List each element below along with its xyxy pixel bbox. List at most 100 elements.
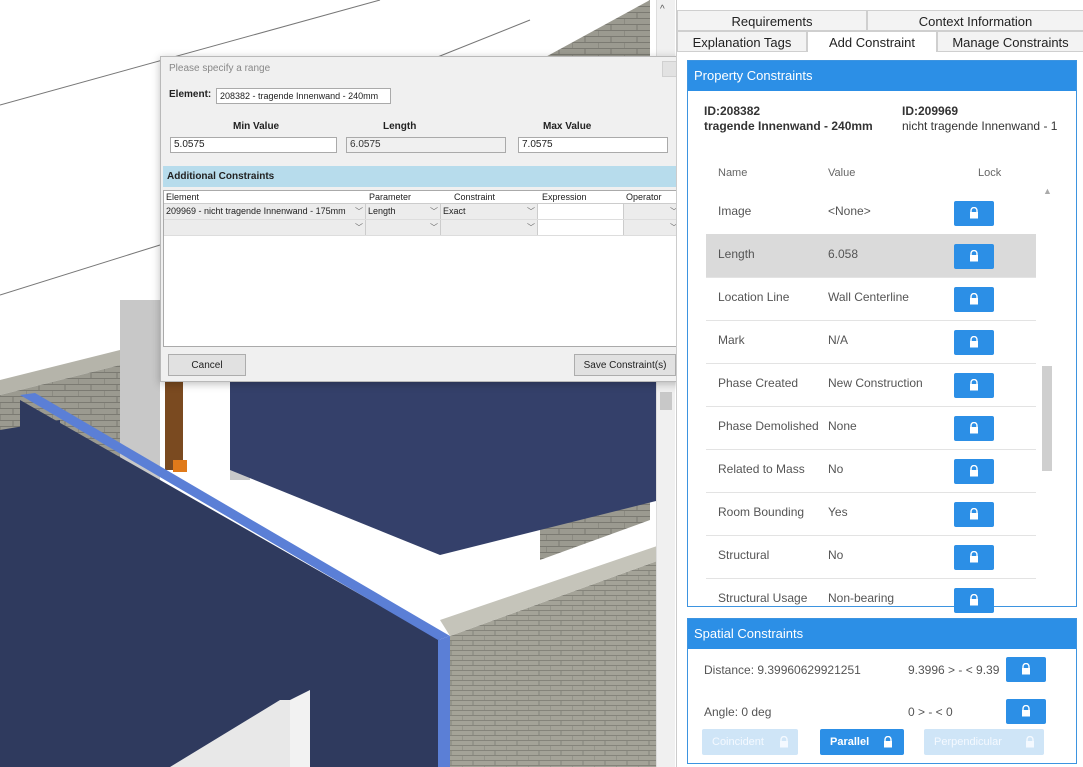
tab-row-bottom: Explanation Tags Add Constraint Manage C… bbox=[677, 31, 1083, 52]
property-row[interactable]: Mark N/A bbox=[706, 320, 1036, 364]
min-value-input[interactable]: 5.0575 bbox=[170, 137, 337, 153]
chevron-down-icon[interactable]: ﹀ bbox=[355, 204, 363, 219]
spatial-constraints-section: Spatial Constraints Distance: 9.39960629… bbox=[687, 618, 1077, 764]
lock-button[interactable] bbox=[954, 588, 994, 613]
perpendicular-label: Perpendicular bbox=[934, 736, 1002, 748]
property-row[interactable]: Location Line Wall Centerline bbox=[706, 277, 1036, 321]
property-name: Structural bbox=[718, 548, 770, 562]
scroll-thumb[interactable] bbox=[660, 392, 672, 410]
tab-manage-constraints[interactable]: Manage Constraints bbox=[937, 31, 1083, 52]
row-operator-select[interactable]: ﹀ bbox=[624, 220, 681, 235]
property-name: Room Bounding bbox=[718, 505, 805, 519]
lock-button[interactable] bbox=[954, 459, 994, 484]
coincident-label: Coincident bbox=[712, 736, 764, 748]
row-constraint-select[interactable]: Exact ﹀ bbox=[441, 204, 538, 219]
chevron-down-icon[interactable]: ﹀ bbox=[527, 204, 535, 219]
lock-button[interactable] bbox=[954, 545, 994, 570]
parameter-label: Length bbox=[383, 121, 417, 132]
grid-col-expression: Expression bbox=[542, 192, 587, 202]
dialog-title: Please specify a range bbox=[169, 63, 271, 74]
property-name: Phase Demolished bbox=[718, 419, 819, 433]
col-name: Name bbox=[718, 167, 748, 179]
lock-button[interactable] bbox=[954, 416, 994, 441]
lock-button[interactable] bbox=[954, 244, 994, 269]
parameter-value-field: 6.0575 bbox=[346, 137, 506, 153]
property-constraints-section: Property Constraints ID:208382 tragende … bbox=[687, 60, 1077, 659]
lock-icon bbox=[970, 250, 978, 262]
save-constraints-button[interactable]: Save Constraint(s) bbox=[574, 354, 676, 376]
property-value: N/A bbox=[828, 333, 849, 347]
element-field[interactable]: 208382 - tragende Innenwand - 240mm bbox=[216, 88, 391, 104]
property-row[interactable]: Room Bounding Yes bbox=[706, 492, 1036, 536]
property-row[interactable]: Phase Created New Construction bbox=[706, 363, 1036, 407]
chevron-down-icon[interactable]: ﹀ bbox=[430, 220, 438, 235]
property-name: Phase Created bbox=[718, 376, 799, 390]
tab-requirements[interactable]: Requirements bbox=[677, 10, 867, 31]
property-row[interactable]: Length 6.058 bbox=[706, 234, 1036, 278]
chevron-down-icon[interactable]: ﹀ bbox=[527, 220, 535, 235]
perpendicular-button[interactable]: Perpendicular bbox=[924, 729, 1044, 755]
scroll-up-icon[interactable]: ^ bbox=[660, 4, 665, 15]
additional-constraints-grid: Element Parameter Constraint Expression … bbox=[163, 190, 682, 347]
lock-button[interactable] bbox=[954, 502, 994, 527]
lock-icon bbox=[1026, 736, 1034, 748]
constraints-panel: Requirements Context Information Explana… bbox=[676, 0, 1083, 767]
tab-context-information[interactable]: Context Information bbox=[867, 10, 1083, 31]
row-expression-input[interactable] bbox=[538, 204, 624, 219]
row-parameter-value: Length bbox=[368, 206, 396, 216]
parallel-button[interactable]: Parallel bbox=[820, 729, 904, 755]
lock-icon bbox=[970, 551, 978, 563]
lock-icon bbox=[970, 594, 978, 606]
angle-lock-button[interactable] bbox=[1006, 699, 1046, 724]
property-row[interactable]: Structural Usage Non-bearing bbox=[706, 578, 1036, 622]
row-element-value: 209969 - nicht tragende Innenwand - 175m… bbox=[166, 206, 346, 216]
row-parameter-select[interactable]: ﹀ bbox=[366, 220, 441, 235]
element-id-left: ID:208382 tragende Innenwand - 240mm bbox=[704, 104, 873, 134]
scroll-up-icon[interactable]: ▲ bbox=[1043, 186, 1052, 196]
row-element-select[interactable]: ﹀ bbox=[164, 220, 366, 235]
property-row[interactable]: Structural No bbox=[706, 535, 1036, 579]
cancel-button[interactable]: Cancel bbox=[168, 354, 246, 376]
distance-lock-button[interactable] bbox=[1006, 657, 1046, 682]
property-value: No bbox=[828, 548, 844, 562]
max-value-label: Max Value bbox=[543, 121, 592, 132]
scroll-thumb[interactable] bbox=[1042, 366, 1052, 471]
range-dialog: Please specify a range Element: 208382 -… bbox=[160, 56, 683, 382]
coincident-button[interactable]: Coincident bbox=[702, 729, 798, 755]
tab-add-constraint[interactable]: Add Constraint bbox=[807, 31, 937, 52]
row-element-select[interactable]: 209969 - nicht tragende Innenwand - 175m… bbox=[164, 204, 366, 219]
property-row[interactable]: Related to Mass No bbox=[706, 449, 1036, 493]
lock-button[interactable] bbox=[954, 201, 994, 226]
chevron-down-icon[interactable]: ﹀ bbox=[430, 204, 438, 219]
lock-icon bbox=[1022, 663, 1030, 675]
property-scrollbar[interactable]: ▲ ▼ bbox=[1040, 186, 1054, 661]
row-operator-select[interactable]: ﹀ bbox=[624, 204, 681, 219]
tab-explanation-tags[interactable]: Explanation Tags bbox=[677, 31, 807, 52]
row-constraint-select[interactable]: ﹀ bbox=[441, 220, 538, 235]
lock-icon bbox=[970, 508, 978, 520]
property-value: New Construction bbox=[828, 376, 923, 390]
lock-button[interactable] bbox=[954, 330, 994, 355]
max-value-input[interactable]: 7.0575 bbox=[518, 137, 668, 153]
element-name-left: tragende Innenwand - 240mm bbox=[704, 119, 873, 133]
min-value-label: Min Value bbox=[233, 121, 280, 132]
table-row[interactable]: 209969 - nicht tragende Innenwand - 175m… bbox=[164, 204, 681, 220]
lock-button[interactable] bbox=[954, 373, 994, 398]
chevron-down-icon[interactable]: ﹀ bbox=[355, 220, 363, 235]
lock-icon bbox=[780, 736, 788, 748]
col-value: Value bbox=[828, 167, 856, 179]
lock-icon bbox=[970, 207, 978, 219]
grid-col-parameter: Parameter bbox=[369, 192, 412, 202]
lock-button[interactable] bbox=[954, 287, 994, 312]
property-value: 6.058 bbox=[828, 247, 859, 261]
property-row[interactable]: Image <None> bbox=[706, 191, 1036, 235]
table-row[interactable]: ﹀ ﹀ ﹀ ﹀ bbox=[164, 220, 681, 236]
grid-header: Element Parameter Constraint Expression … bbox=[164, 191, 681, 204]
parallel-label: Parallel bbox=[830, 736, 870, 748]
lock-icon bbox=[1022, 705, 1030, 717]
row-expression-input[interactable] bbox=[538, 220, 624, 235]
angle-range: 0 > - < 0 bbox=[908, 705, 953, 719]
grid-col-operator: Operator bbox=[626, 192, 662, 202]
row-parameter-select[interactable]: Length ﹀ bbox=[366, 204, 441, 219]
property-row[interactable]: Phase Demolished None bbox=[706, 406, 1036, 450]
